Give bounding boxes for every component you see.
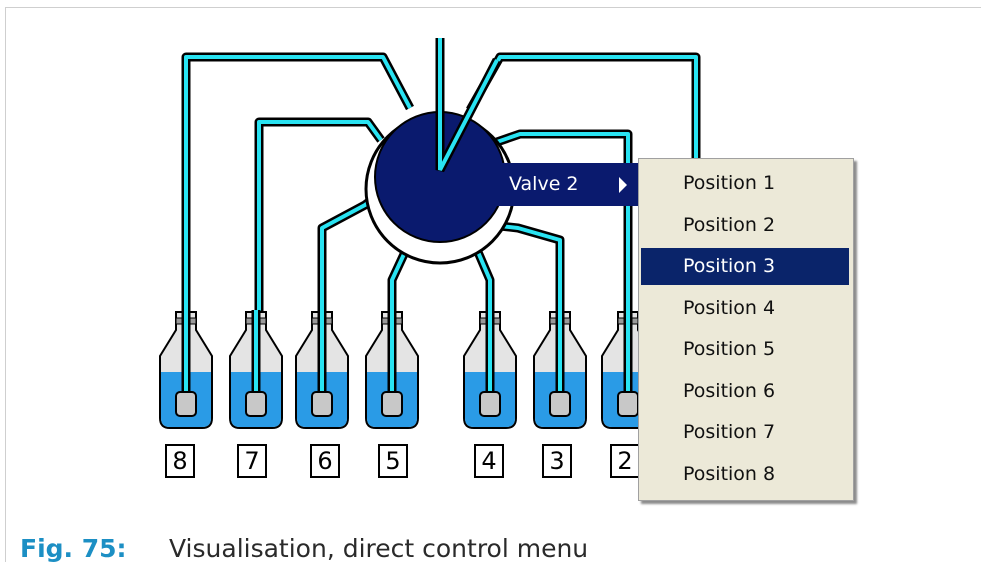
submenu-arrow-icon — [619, 177, 627, 193]
valve-item-label: Valve 2 — [509, 173, 579, 195]
port-label-4: 4 — [474, 444, 504, 478]
caption-text: Visualisation, direct control menu — [169, 534, 589, 563]
submenu-item-position-5[interactable]: Position 5 — [641, 331, 849, 368]
figure-caption: Fig. 75: Visualisation, direct control me… — [20, 534, 588, 563]
bottle — [365, 310, 419, 429]
port-label-5: 5 — [378, 444, 408, 478]
position-submenu[interactable]: Position 1 Position 2 Position 3 Position 4… — [638, 158, 854, 501]
submenu-item-position-2[interactable]: Position 2 — [641, 207, 849, 244]
port-label-2: 2 — [610, 444, 640, 478]
submenu-item-position-1[interactable]: Position 1 — [641, 165, 849, 202]
submenu-item-position-4[interactable]: Position 4 — [641, 290, 849, 327]
submenu-item-position-8[interactable]: Position 8 — [641, 456, 849, 493]
port-label-7: 7 — [237, 444, 267, 478]
port-label-8: 8 — [165, 444, 195, 478]
caption-label: Fig. 75: — [20, 534, 127, 563]
submenu-item-position-3[interactable]: Position 3 — [641, 248, 849, 285]
port-label-3: 3 — [542, 444, 572, 478]
bottles — [159, 310, 655, 429]
bottle — [159, 310, 213, 429]
submenu-item-position-6[interactable]: Position 6 — [641, 373, 849, 410]
bottle — [463, 310, 517, 429]
bottle — [229, 310, 283, 429]
bottle — [295, 310, 349, 429]
port-label-6: 6 — [310, 444, 340, 478]
context-menu-valve-item[interactable]: Valve 2 — [459, 163, 639, 206]
bottle — [533, 310, 587, 429]
submenu-item-position-7[interactable]: Position 7 — [641, 414, 849, 451]
